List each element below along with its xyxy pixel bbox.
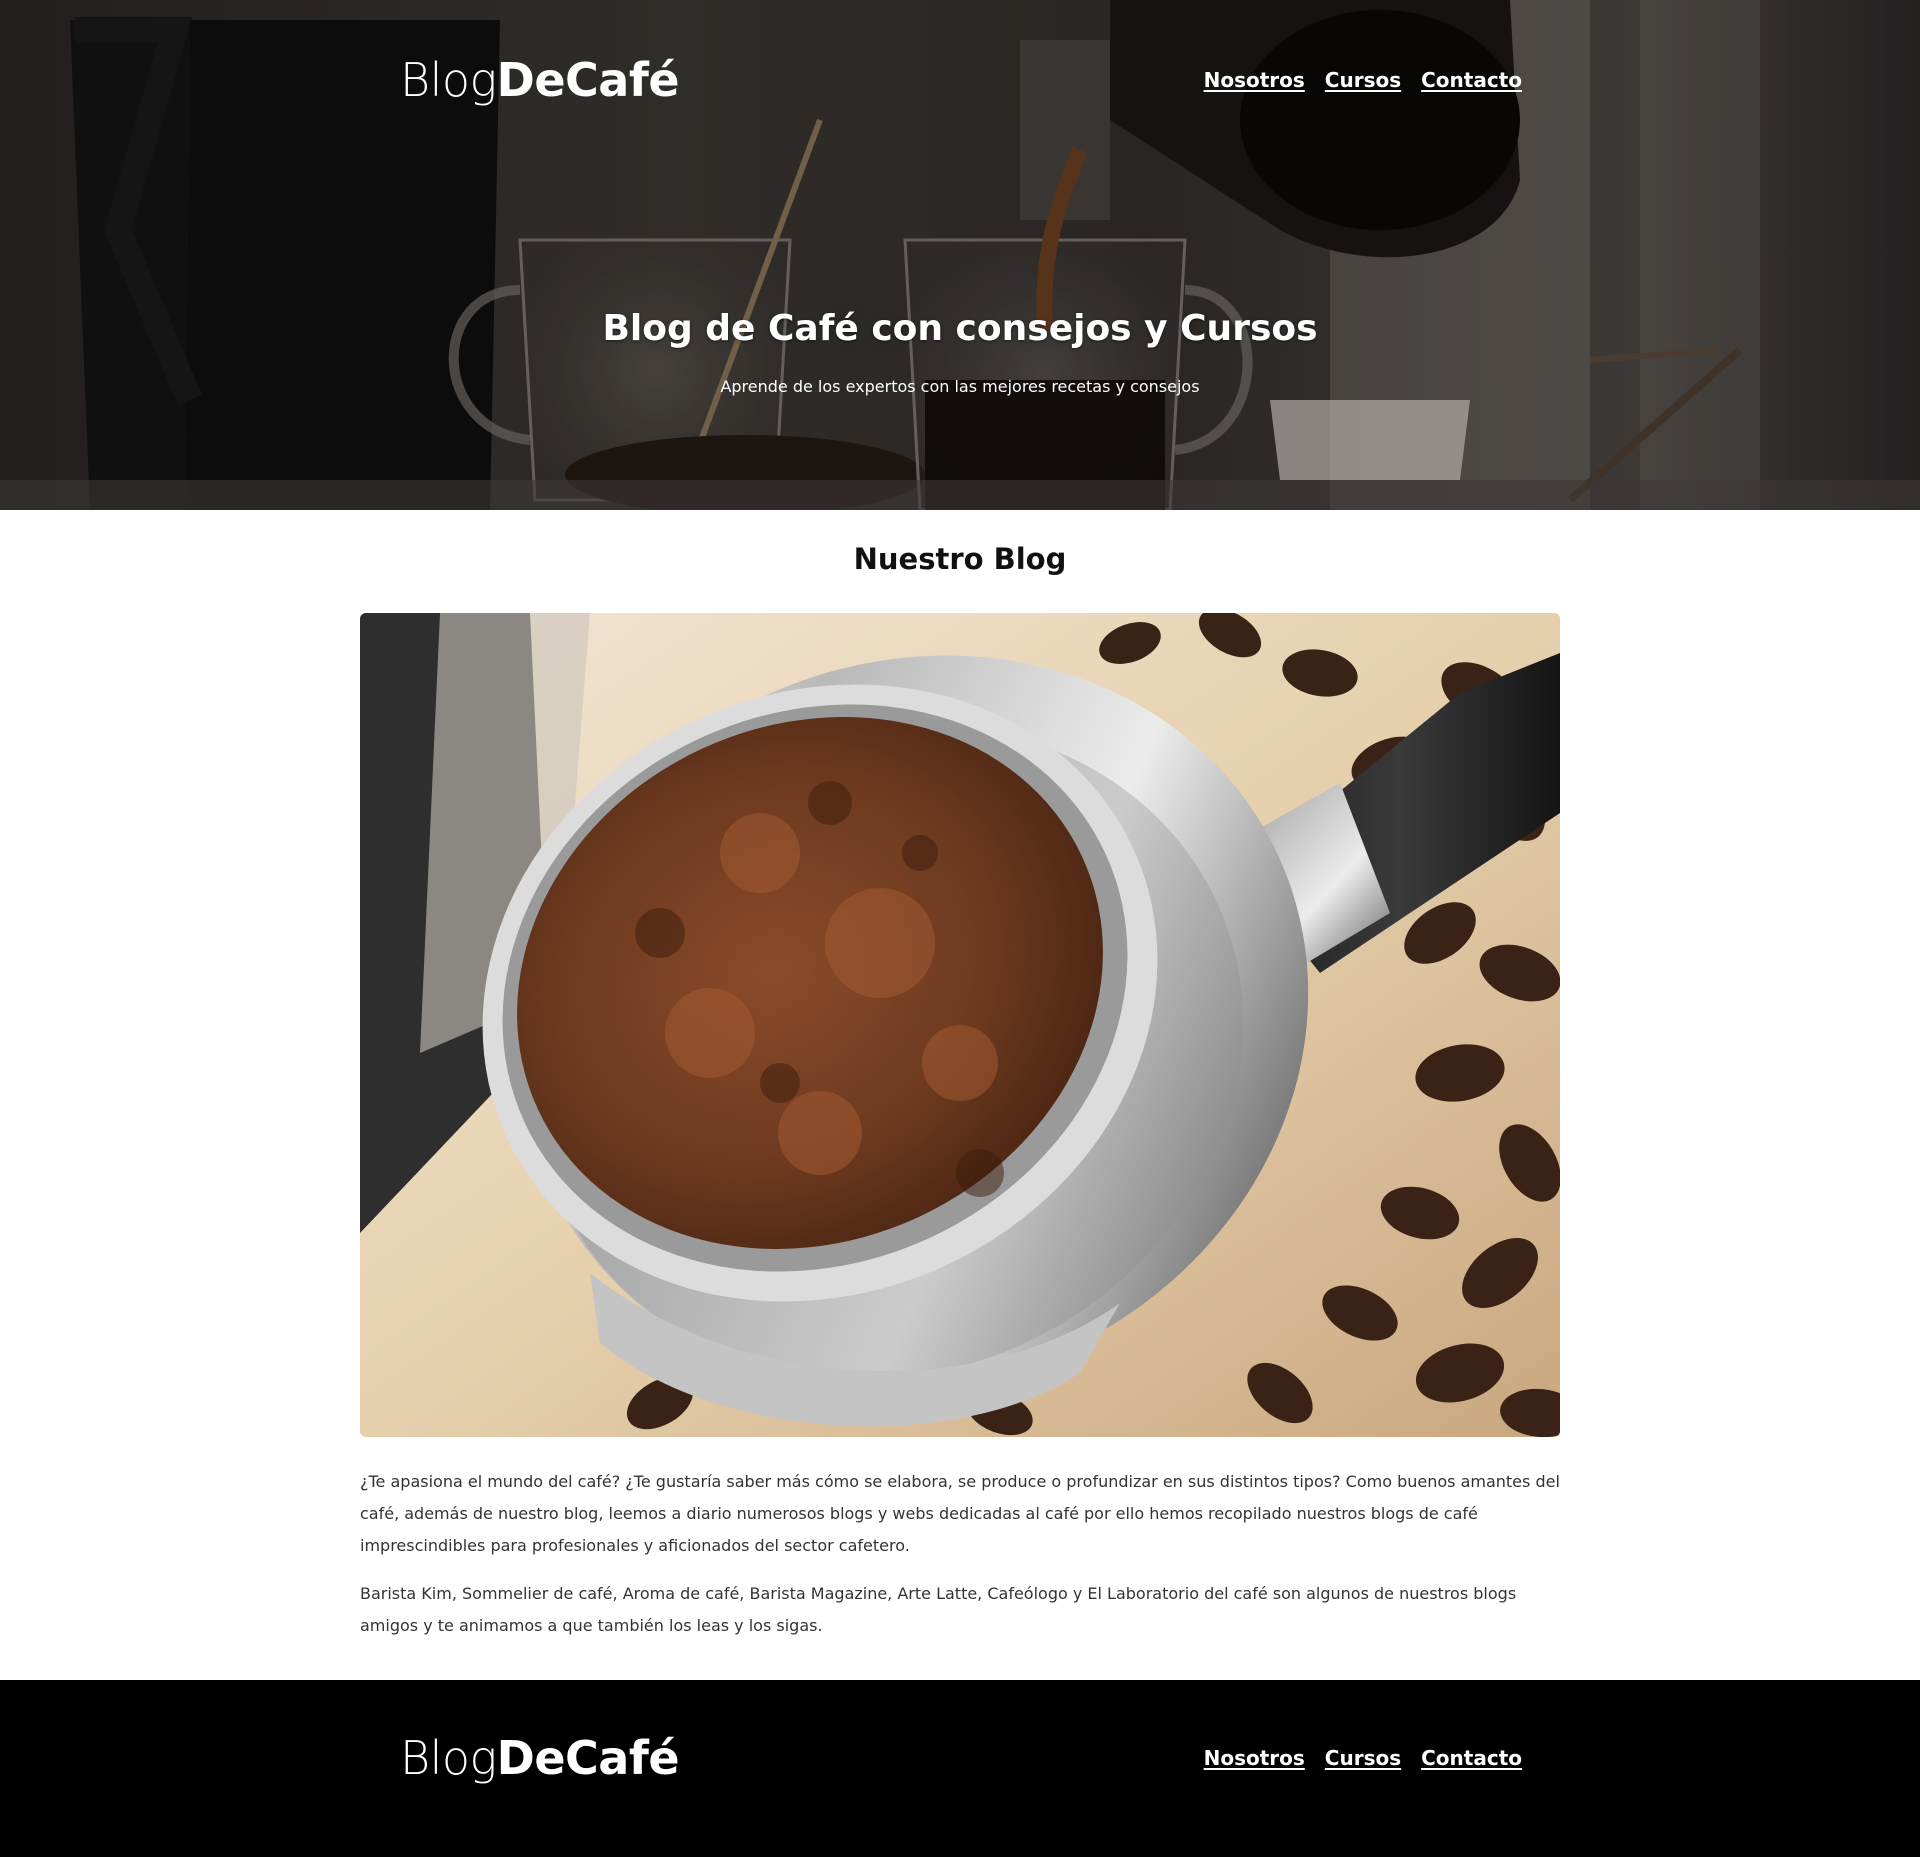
blog-paragraph-1: ¿Te apasiona el mundo del café? ¿Te gust… bbox=[360, 1472, 1560, 1555]
logo-text-light: Blog bbox=[400, 53, 497, 107]
nav-link-nosotros[interactable]: Nosotros bbox=[1204, 68, 1305, 92]
site-footer: BlogDeCafé Nosotros Cursos Contacto bbox=[0, 1680, 1920, 1857]
blog-heading: Nuestro Blog bbox=[853, 542, 1067, 576]
blog-body: ¿Te apasiona el mundo del café? ¿Te gust… bbox=[360, 1466, 1560, 1658]
site-logo[interactable]: BlogDeCafé bbox=[400, 50, 680, 110]
blog-feature-image bbox=[360, 613, 1560, 1437]
footer-navigation: BlogDeCafé Nosotros Cursos Contacto bbox=[400, 1728, 1522, 1788]
hero-title: Blog de Café con consejos y Cursos bbox=[602, 308, 1318, 349]
footer-logo-text-light: Blog bbox=[400, 1731, 497, 1785]
footer-link-contacto[interactable]: Contacto bbox=[1421, 1746, 1522, 1770]
nav-link-contacto[interactable]: Contacto bbox=[1421, 68, 1522, 92]
hero-banner: BlogDeCafé Nosotros Cursos Contacto Blog… bbox=[0, 0, 1920, 510]
hero-subtitle: Aprende de los expertos con las mejores … bbox=[720, 377, 1200, 396]
top-navigation: BlogDeCafé Nosotros Cursos Contacto bbox=[400, 50, 1522, 110]
nav-link-cursos[interactable]: Cursos bbox=[1325, 68, 1401, 92]
portafilter-coffee-image bbox=[360, 613, 1560, 1437]
logo-text-bold: DeCafé bbox=[496, 53, 680, 107]
footer-link-cursos[interactable]: Cursos bbox=[1325, 1746, 1401, 1770]
footer-logo[interactable]: BlogDeCafé bbox=[400, 1728, 680, 1788]
blog-paragraph-2: Barista Kim, Sommelier de café, Aroma de… bbox=[360, 1584, 1517, 1635]
blog-section: Nuestro Blog ¿Te apasiona el mundo del c… bbox=[0, 510, 1920, 1680]
main-nav: Nosotros Cursos Contacto bbox=[1204, 68, 1522, 92]
footer-nav: Nosotros Cursos Contacto bbox=[1204, 1746, 1522, 1770]
footer-link-nosotros[interactable]: Nosotros bbox=[1204, 1746, 1305, 1770]
footer-logo-text-bold: DeCafé bbox=[496, 1731, 680, 1785]
